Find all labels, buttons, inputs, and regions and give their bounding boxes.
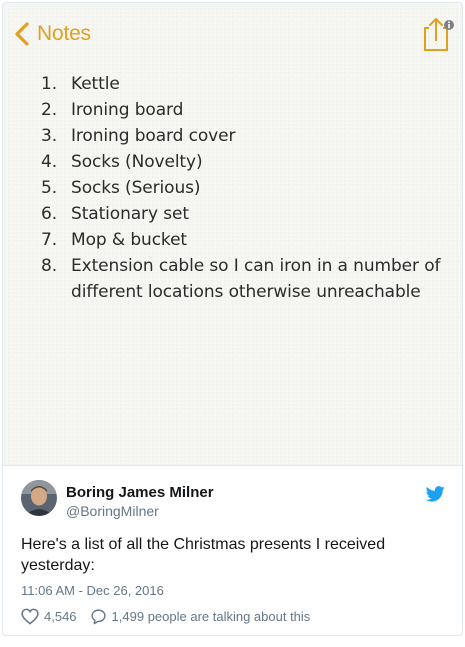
heart-icon[interactable]: [21, 608, 39, 625]
tweet: Boring James Milner @BoringMilner Here's…: [3, 466, 462, 635]
list-item: 5. Socks (Serious): [41, 178, 201, 198]
chevron-left-icon: [15, 22, 29, 46]
notes-screenshot: Notes 1. Kettle 2. Ironing board 3. Ironing…: [3, 3, 462, 466]
tweet-timestamp[interactable]: 11:06 AM - Dec 26, 2016: [21, 583, 164, 598]
notes-back-button[interactable]: Notes: [13, 21, 91, 47]
avatar[interactable]: [21, 480, 57, 516]
list-item: 6. Stationary set: [41, 204, 189, 224]
list-item: 1. Kettle: [41, 74, 120, 94]
talking-about-link[interactable]: 1,499 people are talking about this: [112, 609, 311, 624]
list-item: 8. Extension cable so I can iron in a num…: [41, 256, 441, 302]
author-handle[interactable]: @BoringMilner: [66, 503, 159, 519]
like-count: 4,546: [44, 609, 77, 624]
tweet-text: Here's a list of all the Christmas prese…: [21, 536, 386, 574]
list-item: 7. Mop & bucket: [41, 230, 187, 250]
list-item: 3. Ironing board cover: [41, 126, 236, 146]
share-icon[interactable]: [419, 15, 455, 53]
list-item: 2. Ironing board: [41, 100, 184, 120]
gift-list: 1. Kettle 2. Ironing board 3. Ironing board…: [41, 71, 441, 305]
embedded-tweet-card: Notes 1. Kettle 2. Ironing board 3. Ironing…: [2, 2, 463, 636]
author-name[interactable]: Boring James Milner: [66, 484, 214, 501]
list-item: 4. Socks (Novelty): [41, 152, 203, 172]
twitter-bird-icon[interactable]: [426, 486, 445, 502]
reply-icon[interactable]: [90, 608, 107, 625]
tweet-actions: 4,546 1,499 people are talking about thi…: [21, 608, 310, 625]
notes-back-label: Notes: [37, 22, 91, 45]
